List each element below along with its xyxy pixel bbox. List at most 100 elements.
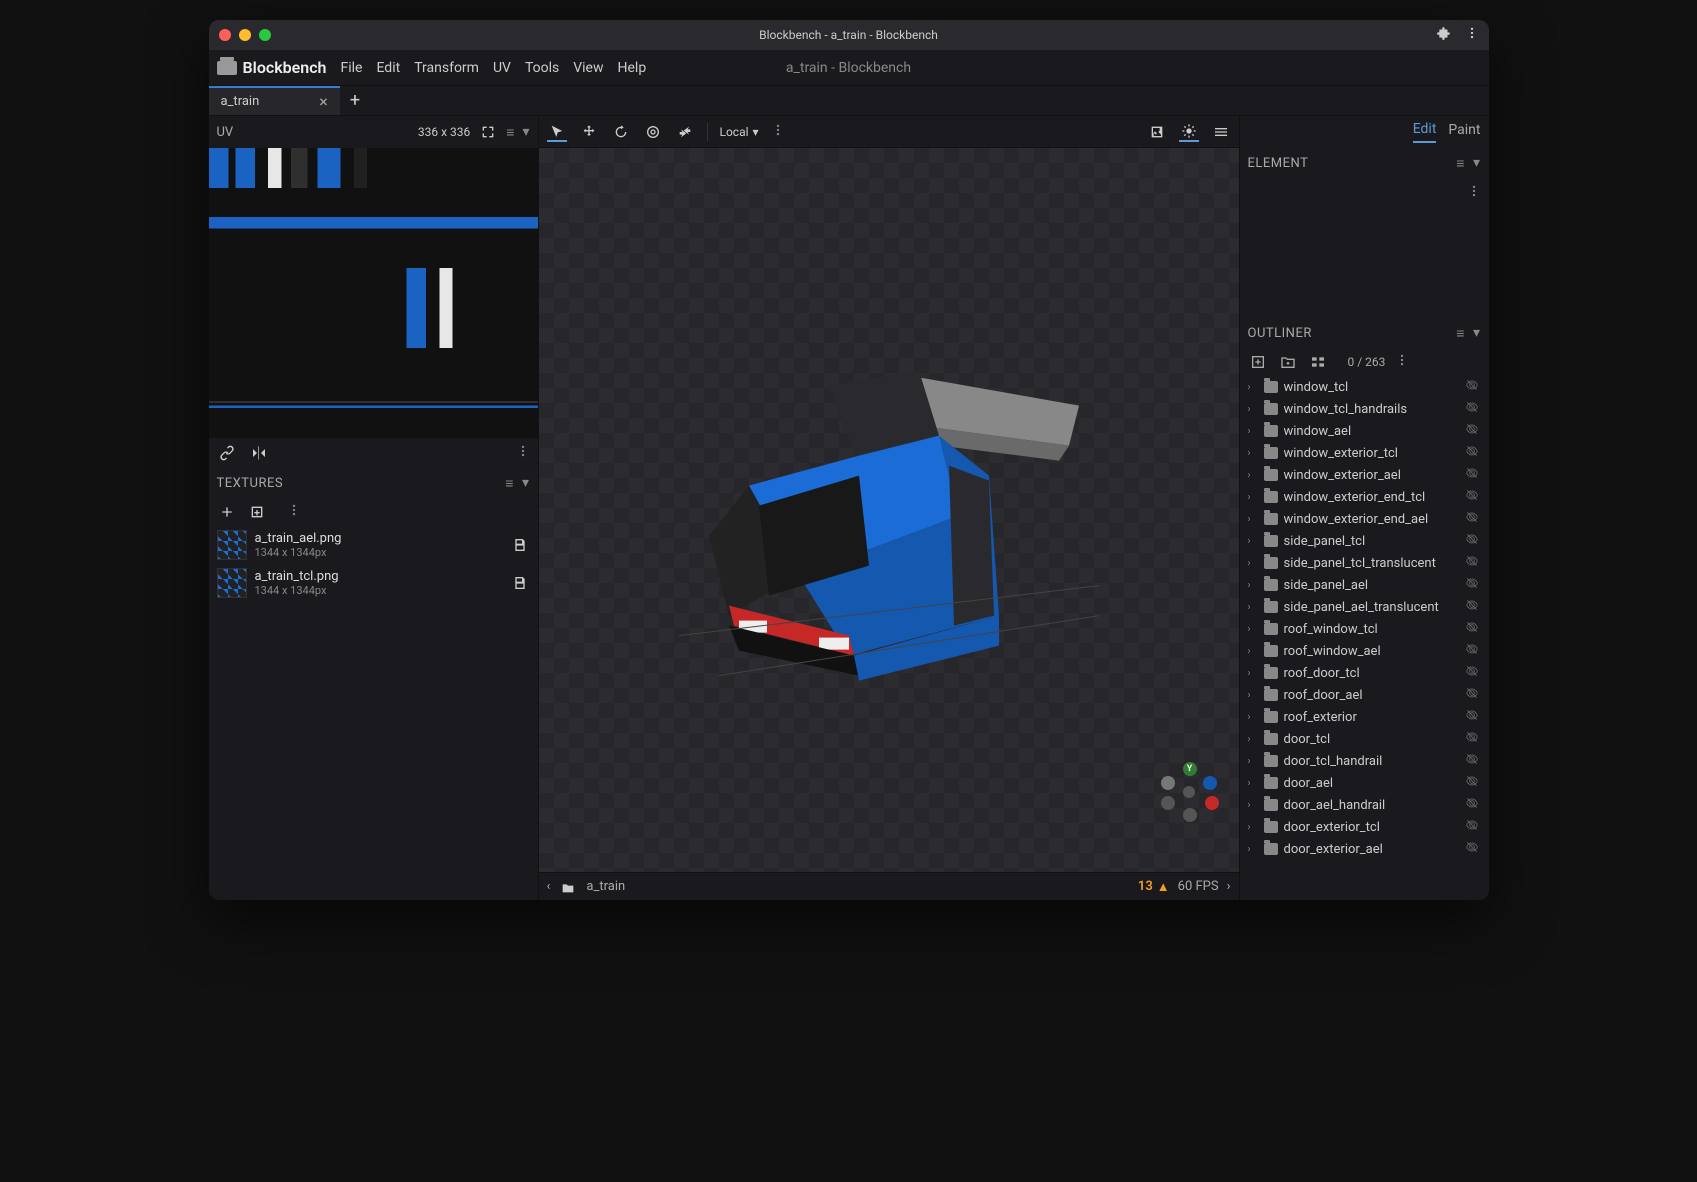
visibility-toggle-icon[interactable] xyxy=(1465,598,1481,616)
visibility-toggle-icon[interactable] xyxy=(1465,576,1481,594)
outliner-item[interactable]: › door_ael_handrail xyxy=(1240,794,1489,816)
visibility-toggle-icon[interactable] xyxy=(1465,708,1481,726)
visibility-toggle-icon[interactable] xyxy=(1465,422,1481,440)
outliner-item[interactable]: › side_panel_tcl xyxy=(1240,530,1489,552)
expand-chevron-icon[interactable]: › xyxy=(1248,800,1258,811)
outliner-item[interactable]: › door_exterior_ael xyxy=(1240,838,1489,860)
outliner-item[interactable]: › window_exterior_tcl xyxy=(1240,442,1489,464)
save-texture-button[interactable] xyxy=(510,573,530,593)
warning-count[interactable]: 13 ▲ xyxy=(1138,879,1170,895)
viewport-toolbar-menu[interactable] xyxy=(771,123,785,141)
extension-icon[interactable] xyxy=(1437,26,1451,44)
outliner-item[interactable]: › door_ael xyxy=(1240,772,1489,794)
outliner-item[interactable]: › door_exterior_tcl xyxy=(1240,816,1489,838)
texture-item[interactable]: a_train_tcl.png 1344 x 1344px xyxy=(209,564,538,602)
menu-transform[interactable]: Transform xyxy=(414,60,479,76)
transform-space-select[interactable]: Local ▾ xyxy=(720,125,759,139)
expand-chevron-icon[interactable]: › xyxy=(1248,668,1258,679)
visibility-toggle-icon[interactable] xyxy=(1465,664,1481,682)
expand-chevron-icon[interactable]: › xyxy=(1248,382,1258,393)
outliner-item[interactable]: › window_tcl_handrails xyxy=(1240,398,1489,420)
outliner-item[interactable]: › roof_window_tcl xyxy=(1240,618,1489,640)
visibility-toggle-icon[interactable] xyxy=(1465,510,1481,528)
outliner-item[interactable]: › window_tcl xyxy=(1240,376,1489,398)
element-panel-menu[interactable]: ≡ xyxy=(1456,155,1465,172)
outliner-item[interactable]: › window_exterior_end_ael xyxy=(1240,508,1489,530)
visibility-toggle-icon[interactable] xyxy=(1465,466,1481,484)
visibility-toggle-icon[interactable] xyxy=(1465,840,1481,858)
outliner-item[interactable]: › roof_door_tcl xyxy=(1240,662,1489,684)
element-body-menu[interactable] xyxy=(1467,184,1481,202)
close-window-button[interactable] xyxy=(219,29,231,41)
menu-view[interactable]: View xyxy=(573,60,603,76)
menu-uv[interactable]: UV xyxy=(493,60,511,76)
close-tab-button[interactable]: × xyxy=(319,92,328,111)
link-icon[interactable] xyxy=(217,443,237,463)
outliner-item[interactable]: › door_tcl xyxy=(1240,728,1489,750)
outliner-item[interactable]: › roof_window_ael xyxy=(1240,640,1489,662)
shading-icon[interactable] xyxy=(1179,122,1199,142)
add-group-button[interactable] xyxy=(1278,352,1298,372)
visibility-toggle-icon[interactable] xyxy=(1465,752,1481,770)
expand-chevron-icon[interactable]: › xyxy=(1248,558,1258,569)
minimize-window-button[interactable] xyxy=(239,29,251,41)
move-tool-icon[interactable] xyxy=(579,122,599,142)
fullscreen-icon[interactable] xyxy=(478,122,498,142)
outliner-item[interactable]: › side_panel_ael_translucent xyxy=(1240,596,1489,618)
visibility-toggle-icon[interactable] xyxy=(1465,796,1481,814)
visibility-toggle-icon[interactable] xyxy=(1465,400,1481,418)
menu-tools[interactable]: Tools xyxy=(525,60,559,76)
breadcrumb-forward[interactable]: › xyxy=(1227,879,1231,894)
save-texture-button[interactable] xyxy=(510,535,530,555)
orientation-gizmo[interactable]: Y xyxy=(1159,762,1219,822)
outliner-item[interactable]: › window_ael xyxy=(1240,420,1489,442)
expand-chevron-icon[interactable]: › xyxy=(1248,536,1258,547)
menu-edit[interactable]: Edit xyxy=(376,60,400,76)
pivot-tool-icon[interactable] xyxy=(675,122,695,142)
breadcrumb-back[interactable]: ‹ xyxy=(547,879,551,894)
outliner-item[interactable]: › side_panel_tcl_translucent xyxy=(1240,552,1489,574)
outliner-options-button[interactable] xyxy=(1308,352,1328,372)
maximize-window-button[interactable] xyxy=(259,29,271,41)
kebab-menu-icon[interactable] xyxy=(1465,26,1479,44)
outliner-item[interactable]: › window_exterior_ael xyxy=(1240,464,1489,486)
visibility-toggle-icon[interactable] xyxy=(1465,620,1481,638)
file-tab[interactable]: a_train × xyxy=(209,86,340,115)
expand-chevron-icon[interactable]: › xyxy=(1248,514,1258,525)
visibility-toggle-icon[interactable] xyxy=(1465,444,1481,462)
outliner-item[interactable]: › roof_door_ael xyxy=(1240,684,1489,706)
visibility-toggle-icon[interactable] xyxy=(1465,686,1481,704)
expand-chevron-icon[interactable]: › xyxy=(1248,404,1258,415)
visibility-toggle-icon[interactable] xyxy=(1465,488,1481,506)
textures-toolbar-menu[interactable] xyxy=(287,503,301,521)
breadcrumb-path[interactable]: a_train xyxy=(586,879,625,894)
textures-panel-menu[interactable]: ≡ xyxy=(505,475,514,492)
expand-chevron-icon[interactable]: › xyxy=(1248,844,1258,855)
element-panel-chevron[interactable]: ▾ xyxy=(1473,155,1481,171)
expand-chevron-icon[interactable]: › xyxy=(1248,470,1258,481)
expand-chevron-icon[interactable]: › xyxy=(1248,492,1258,503)
texture-item[interactable]: a_train_ael.png 1344 x 1344px xyxy=(209,526,538,564)
outliner-item[interactable]: › window_exterior_end_tcl xyxy=(1240,486,1489,508)
outliner-toolbar-menu[interactable] xyxy=(1395,353,1409,371)
breadcrumb-root-icon[interactable] xyxy=(558,877,578,897)
uv-panel-chevron[interactable]: ▾ xyxy=(522,124,529,140)
cursor-tool-icon[interactable] xyxy=(547,122,567,142)
visibility-toggle-icon[interactable] xyxy=(1465,774,1481,792)
viewport-options-icon[interactable] xyxy=(1211,122,1231,142)
edit-mode-tab[interactable]: Edit xyxy=(1413,121,1437,143)
expand-chevron-icon[interactable]: › xyxy=(1248,646,1258,657)
menu-file[interactable]: File xyxy=(340,60,362,76)
add-tab-button[interactable]: + xyxy=(340,86,370,115)
outliner-panel-chevron[interactable]: ▾ xyxy=(1473,325,1481,341)
visibility-toggle-icon[interactable] xyxy=(1465,532,1481,550)
uv-toolbar-menu[interactable] xyxy=(516,444,530,462)
import-texture-button[interactable] xyxy=(247,502,267,522)
paint-mode-tab[interactable]: Paint xyxy=(1448,122,1480,142)
background-image-icon[interactable] xyxy=(1147,122,1167,142)
menu-help[interactable]: Help xyxy=(618,60,647,76)
visibility-toggle-icon[interactable] xyxy=(1465,642,1481,660)
rotate-tool-icon[interactable] xyxy=(611,122,631,142)
visibility-toggle-icon[interactable] xyxy=(1465,378,1481,396)
expand-chevron-icon[interactable]: › xyxy=(1248,778,1258,789)
